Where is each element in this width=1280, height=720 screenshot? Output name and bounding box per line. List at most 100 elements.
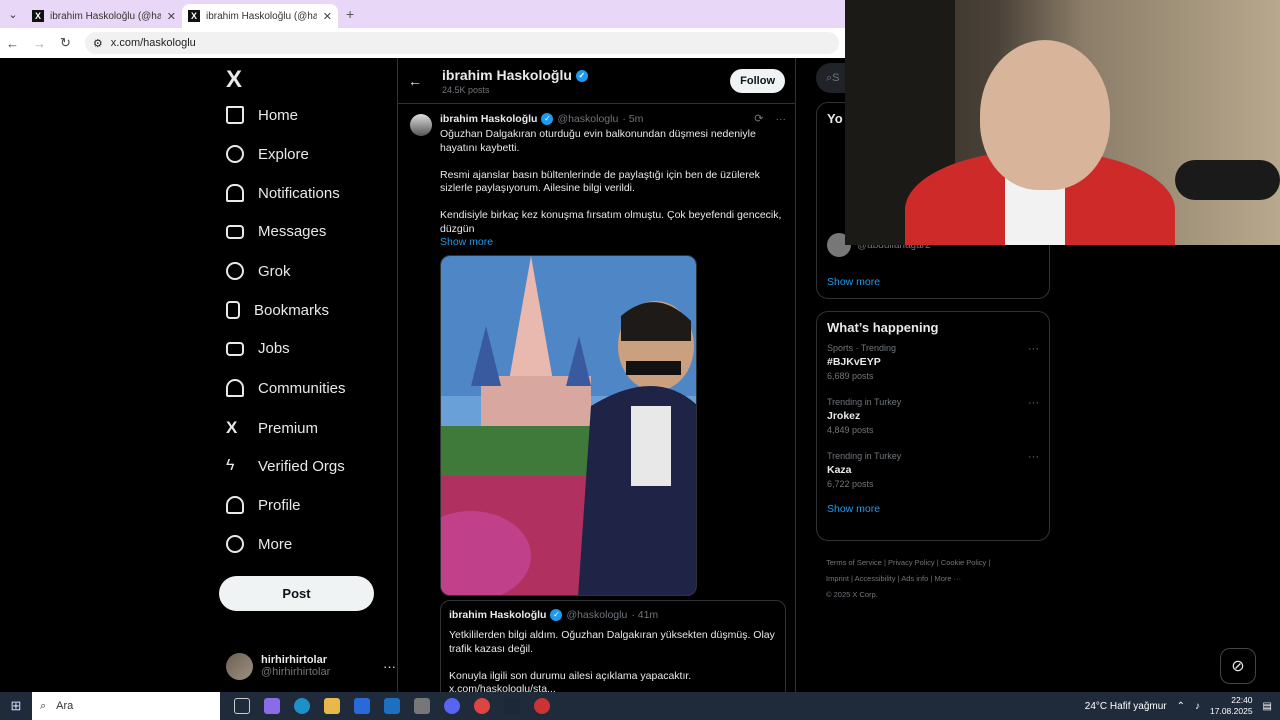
quote-author-name: ibrahim Haskoloğlu (449, 609, 547, 621)
tab-search-chevron-icon[interactable]: ⌄ (0, 0, 26, 28)
footer-link[interactable]: Imprint (826, 574, 849, 583)
nav-item-explore[interactable]: Explore (226, 145, 309, 163)
nav-label: Bookmarks (254, 301, 330, 319)
tray-chevron-icon[interactable]: ⌃ (1177, 701, 1185, 712)
outlook-icon[interactable] (384, 698, 400, 714)
footer-sep: | (936, 558, 939, 567)
footer-more-link[interactable]: More ··· (934, 574, 961, 583)
trend-item[interactable]: Trending in Turkey Jrokez 4,849 posts ··… (827, 397, 1039, 443)
tab-title: ibrahim Haskoloğlu (@haskolo (206, 10, 317, 22)
nav-label: Premium (258, 419, 319, 437)
tab-close-icon[interactable]: ✕ (167, 10, 176, 23)
tweet-time[interactable]: · 5m (622, 113, 643, 125)
nav-item-premium[interactable]: X Premium (226, 418, 318, 438)
avatar (226, 652, 253, 680)
nav-label: Explore (258, 145, 309, 163)
avatar[interactable] (410, 114, 432, 136)
photos-icon[interactable] (414, 698, 430, 714)
footer-link[interactable]: Terms of Service (826, 558, 882, 567)
nav-label: Verified Orgs (258, 457, 345, 475)
nav-item-more[interactable]: More (226, 535, 292, 553)
trend-item[interactable]: Trending in Turkey Kaza 6,722 posts ··· (827, 451, 1039, 497)
trend-item[interactable]: Sports · Trending #BJKvEYP 6,689 posts ·… (827, 343, 1039, 389)
account-switcher[interactable]: hirhirhirtolar @hirhirhirtolar ··· (226, 648, 396, 684)
nav-item-profile[interactable]: Profile (226, 496, 301, 514)
nav-item-bookmarks[interactable]: Bookmarks (226, 301, 329, 319)
edge-icon[interactable] (294, 698, 310, 714)
nav-item-communities[interactable]: Communities (226, 379, 346, 397)
x-logo-icon[interactable]: X (226, 66, 242, 94)
tweet-photo[interactable] (440, 255, 697, 596)
task-view-icon[interactable] (234, 698, 250, 714)
post-button[interactable]: Post (219, 576, 374, 611)
forward-icon[interactable]: → (33, 36, 46, 51)
webcam-microphone (1175, 160, 1280, 200)
new-tab-button[interactable]: + (346, 6, 354, 22)
notifications-icon[interactable]: ▤ (1263, 701, 1272, 712)
nav-item-verified-orgs[interactable]: ϟ Verified Orgs (226, 457, 345, 475)
author-name[interactable]: ibrahim Haskoloğlu (440, 113, 537, 125)
nav-item-grok[interactable]: Grok (226, 262, 291, 280)
url-field[interactable]: ⚙ x.com/haskologlu (84, 32, 839, 54)
file-explorer-icon[interactable] (324, 698, 340, 714)
back-icon[interactable]: ← (6, 36, 19, 51)
footer-link[interactable]: Ads info (901, 574, 928, 583)
who-to-follow-show-more[interactable]: Show more (827, 276, 880, 288)
search-icon: ⌕ (40, 699, 47, 712)
browser-tab-active[interactable]: X ibrahim Haskoloğlu (@haskolo ✕ (182, 4, 338, 28)
grok-explain-icon[interactable]: ⟳ (754, 112, 763, 125)
author-handle[interactable]: @haskologlu (557, 113, 618, 125)
quoted-tweet[interactable]: ibrahim Haskoloğlu ✓ @haskologlu · 41m Y… (440, 600, 786, 692)
footer-sep: | (883, 558, 886, 567)
quote-text: Yetkililerden bilgi aldım. Oğuzhan Dalga… (449, 629, 775, 692)
trend-more-icon[interactable]: ··· (1028, 343, 1039, 355)
obs-icon[interactable] (534, 698, 550, 714)
chrome-icon[interactable] (474, 698, 490, 714)
browser-tab[interactable]: X ibrahim Haskoloğlu (@haskolo ✕ (26, 4, 182, 28)
verified-badge-icon: ✓ (575, 69, 588, 82)
nav-item-messages[interactable]: Messages (226, 223, 326, 240)
tweet-body: ibrahim Haskoloğlu ✓ @haskologlu · 5m ⟳ … (440, 112, 787, 692)
footer-link[interactable]: Cookie Policy (941, 558, 986, 567)
quote-time: · 41m (631, 609, 659, 621)
people-icon (226, 379, 244, 397)
store-icon[interactable] (354, 698, 370, 714)
quote-header: ibrahim Haskoloğlu ✓ @haskologlu · 41m (449, 609, 777, 621)
follow-button[interactable]: Follow (730, 68, 785, 93)
nav-label: Profile (258, 496, 301, 514)
whats-happening-show-more[interactable]: Show more (827, 503, 1039, 515)
copilot-icon[interactable] (264, 698, 280, 714)
footer-link[interactable]: Privacy Policy (888, 558, 935, 567)
footer-sep: | (930, 574, 933, 583)
site-info-icon[interactable]: ⚙ (93, 37, 103, 50)
weather-widget[interactable]: 24°C Hafif yağmur (1085, 701, 1167, 712)
footer-link[interactable]: Accessibility (855, 574, 896, 583)
account-more-icon[interactable]: ··· (383, 659, 396, 674)
profile-name: ibrahim Haskoloğlu (442, 66, 572, 83)
mail-icon (226, 224, 244, 239)
windows-start-icon[interactable]: ⊞ (0, 698, 32, 714)
show-more-link[interactable]: Show more (440, 236, 786, 248)
back-arrow-icon[interactable]: ← (408, 73, 422, 89)
taskbar-apps (234, 698, 550, 714)
tab-close-icon[interactable]: ✕ (323, 10, 332, 23)
clock[interactable]: 22:40 17.08.2025 (1210, 695, 1253, 717)
whats-happening-card: What’s happening Sports · Trending #BJKv… (816, 311, 1050, 541)
trend-more-icon[interactable]: ··· (1028, 451, 1039, 463)
taskbar-search[interactable]: ⌕ Ara (32, 692, 220, 720)
url-text: x.com/haskologlu (110, 37, 196, 49)
tweet-more-icon[interactable]: ··· (776, 113, 787, 125)
steam-icon[interactable] (504, 698, 520, 714)
search-icon (226, 145, 244, 163)
trend-more-icon[interactable]: ··· (1028, 397, 1039, 409)
nav-item-notifications[interactable]: Notifications (226, 184, 340, 202)
discord-icon[interactable] (444, 698, 460, 714)
nav-item-home[interactable]: Home (226, 106, 298, 124)
reload-icon[interactable]: ↻ (60, 35, 71, 51)
nav-label: Grok (258, 262, 291, 280)
volume-icon[interactable]: ♪ (1195, 701, 1200, 712)
trend-title: Kaza (827, 464, 852, 476)
grok-floating-icon[interactable]: ⊘ (1220, 648, 1256, 684)
tweet-text: Oğuzhan Dalgakıran oturduğu evin balkonu… (440, 128, 782, 235)
nav-item-jobs[interactable]: Jobs (226, 340, 290, 357)
